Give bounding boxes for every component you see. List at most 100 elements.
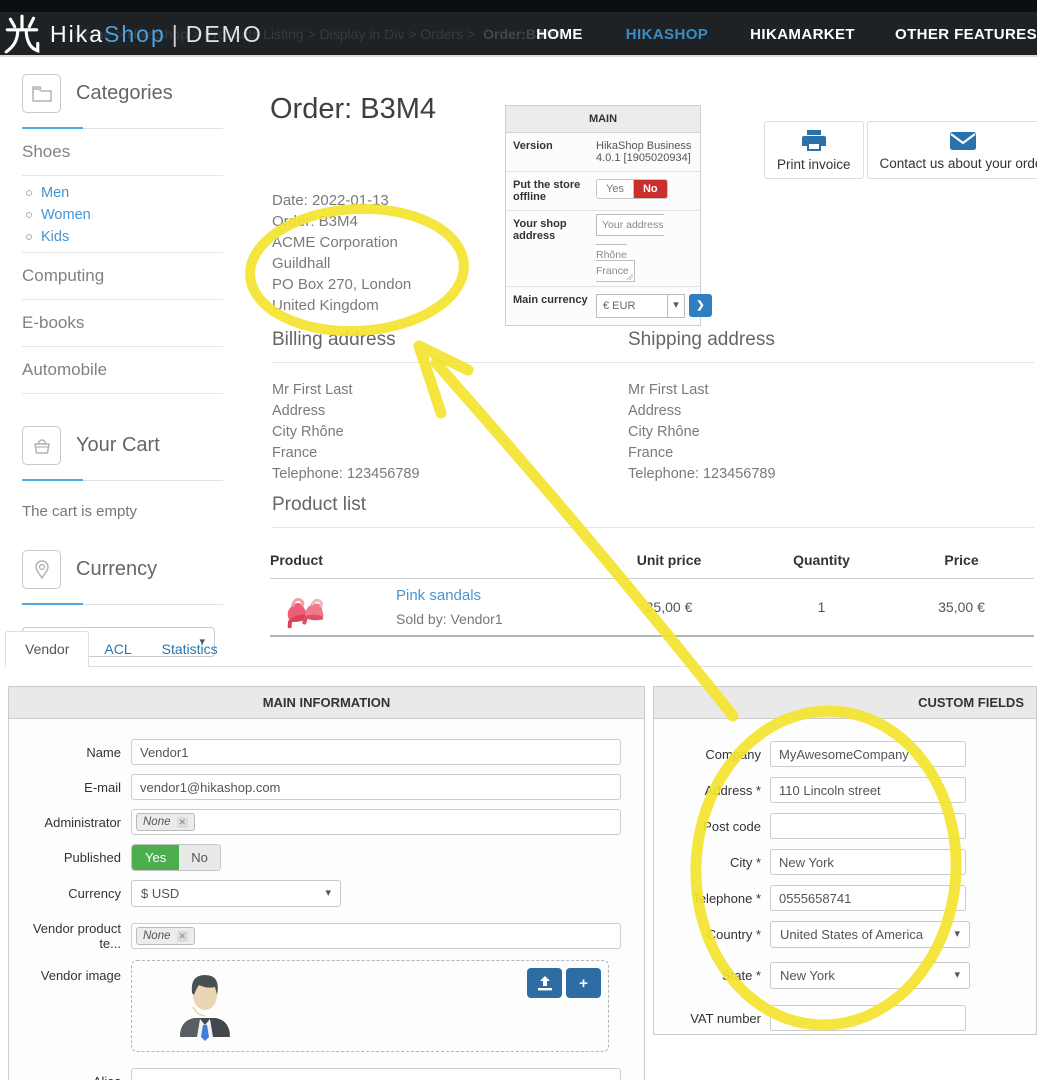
category-computing[interactable]: Computing <box>22 252 223 300</box>
tab-statistics[interactable]: Statistics <box>147 632 233 666</box>
email-field[interactable] <box>131 774 621 800</box>
category-link-kids[interactable]: Kids <box>41 229 69 245</box>
upload-icon <box>537 975 552 990</box>
vendor-currency-row: Currency $ USD ▾ <box>9 880 630 907</box>
state-row: State * New York ▾ <box>654 962 1022 989</box>
address-row: Address * <box>654 777 1022 803</box>
bullet-icon <box>26 234 32 240</box>
order-actions: Print invoice Contact us about your orde… <box>764 121 1037 179</box>
vendor-currency-label: Currency <box>68 886 121 901</box>
menu-item-hikashop[interactable]: HIKASHOP <box>626 26 708 43</box>
vendor-product-type-label: Vendor product te... <box>32 921 121 951</box>
offline-yes-button[interactable]: Yes <box>597 180 634 198</box>
category-item-women[interactable]: Women <box>26 204 223 226</box>
menu-item-hikamarket[interactable]: HIKAMARKET <box>750 26 855 43</box>
offline-no-button[interactable]: No <box>633 180 667 198</box>
category-ebooks[interactable]: E-books <box>22 300 223 347</box>
main-currency-input[interactable]: € EUR <box>596 293 668 318</box>
product-price: 35,00 € <box>938 599 985 615</box>
close-icon[interactable]: ✕ <box>176 930 189 942</box>
product-link[interactable]: Pink sandals <box>396 587 503 604</box>
name-row: Name <box>9 739 630 765</box>
billing-street: Address <box>272 403 326 419</box>
main-menu: HOME HIKASHOP HIKAMARKET OTHER FEATURES <box>536 12 1037 57</box>
product-image-pink-sandals[interactable] <box>276 584 332 630</box>
administrator-field[interactable]: None ✕ <box>131 809 621 835</box>
contact-us-button[interactable]: Contact us about your order <box>866 121 1037 179</box>
published-label: Published <box>63 850 121 865</box>
product-table-header: Product Unit price Quantity Price <box>270 548 1034 579</box>
menu-item-other-features[interactable]: OTHER FEATURES <box>895 26 1037 43</box>
alias-label: Alias <box>9 1074 131 1080</box>
printer-icon <box>801 129 826 151</box>
vendor-avatar-image <box>180 975 230 1041</box>
tab-acl[interactable]: ACL <box>89 632 146 666</box>
store-country-line: United Kingdom <box>272 297 379 314</box>
currency-apply-button[interactable]: ❯ <box>689 294 712 318</box>
chip-text: None <box>143 816 171 828</box>
shipping-address-lines: Mr First Last Address City Rhône France … <box>628 380 1034 485</box>
page: Home > HikaShop > Products Listing > Dis… <box>0 0 1037 1080</box>
close-icon[interactable]: ✕ <box>176 816 189 828</box>
name-field[interactable] <box>131 739 621 765</box>
plus-icon: + <box>579 974 588 992</box>
alias-field[interactable] <box>131 1068 621 1080</box>
category-item-kids[interactable]: Kids <box>26 226 223 248</box>
telephone-row: Telephone * <box>654 885 1022 911</box>
category-shoes[interactable]: Shoes <box>22 129 223 176</box>
product-quantity: 1 <box>817 599 826 615</box>
address-field[interactable] <box>770 777 966 803</box>
state-label: State * <box>721 968 761 983</box>
add-image-button[interactable]: + <box>566 968 601 998</box>
category-link-men[interactable]: Men <box>41 185 69 201</box>
page-title: Order: B3M4 <box>270 93 436 126</box>
sidebar-categories-module: Categories Shoes Men Women Kids Computin… <box>22 74 223 394</box>
vendor-image-dropzone[interactable]: + <box>131 960 609 1052</box>
telephone-field[interactable] <box>770 885 966 911</box>
navbar: Home > HikaShop > Products Listing > Dis… <box>0 12 1037 57</box>
country-select[interactable]: United States of America ▾ <box>770 921 970 948</box>
site-logo[interactable]: HikaShop | DEMO <box>3 13 263 55</box>
shipping-street: Address <box>628 403 682 419</box>
menu-item-home[interactable]: HOME <box>536 26 583 43</box>
store-city-line: PO Box 270, London <box>272 276 412 293</box>
upload-image-button[interactable] <box>527 968 562 998</box>
chip-text: None <box>143 930 171 942</box>
city-field[interactable] <box>770 849 966 875</box>
administrator-chip: None ✕ <box>136 813 196 831</box>
shipping-name: Mr First Last <box>628 382 709 398</box>
cart-empty-text: The cart is empty <box>22 503 138 520</box>
currency-dropdown-button[interactable]: ▾ <box>668 293 685 318</box>
email-row: E-mail <box>9 774 630 800</box>
folder-icon <box>22 74 61 113</box>
sidebar: Categories Shoes Men Women Kids Computin… <box>22 74 223 657</box>
product-table: Product Unit price Quantity Price Pink s… <box>270 548 1034 637</box>
col-header-product: Product <box>270 552 323 568</box>
arrow-right-icon: ❯ <box>696 300 705 312</box>
vendor-product-type-field[interactable]: None ✕ <box>131 923 621 949</box>
administrator-row: Administrator None ✕ <box>9 809 630 835</box>
print-invoice-button[interactable]: Print invoice <box>764 121 864 179</box>
billing-address-lines: Mr First Last Address City Rhône France … <box>272 380 628 485</box>
category-link-women[interactable]: Women <box>41 207 91 223</box>
published-yes-button[interactable]: Yes <box>132 845 180 870</box>
logo-demo: DEMO <box>185 20 263 47</box>
logo-text: HikaShop | DEMO <box>50 21 263 48</box>
product-sold-by: Sold by: Vendor1 <box>396 611 503 627</box>
category-item-men[interactable]: Men <box>26 182 223 204</box>
company-field[interactable] <box>770 741 966 767</box>
sidebar-cart-module: Your Cart The cart is empty <box>22 426 223 520</box>
vendor-currency-select[interactable]: $ USD ▾ <box>131 880 341 907</box>
billing-name: Mr First Last <box>272 382 353 398</box>
published-no-button[interactable]: No <box>179 845 220 870</box>
tab-vendor[interactable]: Vendor <box>5 631 90 667</box>
shop-address-textarea[interactable]: Your address Rhône France <box>596 214 664 282</box>
vendor-image-label: Vendor image <box>40 968 121 983</box>
vat-field[interactable] <box>770 1005 966 1031</box>
categories-header: Categories <box>22 74 223 129</box>
category-automobile[interactable]: Automobile <box>22 347 223 394</box>
state-select[interactable]: New York ▾ <box>770 962 970 989</box>
col-header-price: Price <box>944 552 979 568</box>
location-pin-icon <box>22 550 61 589</box>
postcode-field[interactable] <box>770 813 966 839</box>
